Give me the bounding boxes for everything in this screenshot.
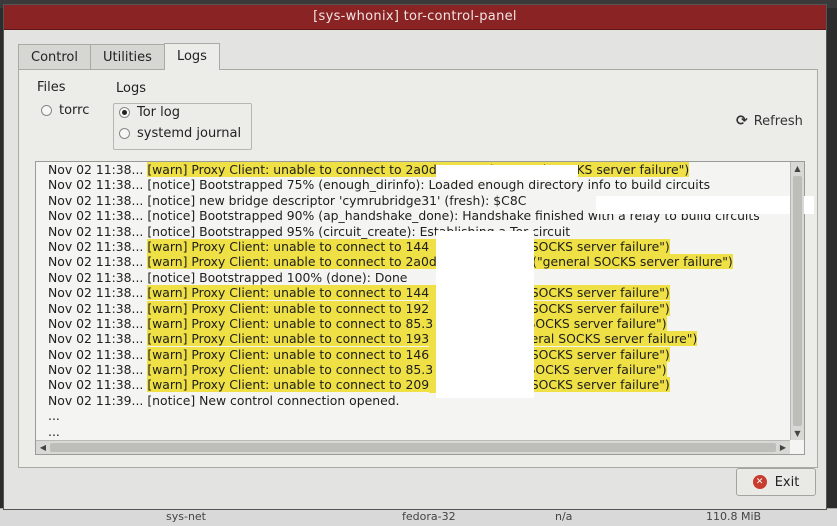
log-timestamp: Nov 02 11:38... bbox=[48, 346, 144, 362]
log-timestamp: Nov 02 11:38... bbox=[48, 377, 144, 393]
taskbar-item: 110.8 MiB bbox=[706, 510, 762, 523]
log-timestamp: ... bbox=[48, 423, 60, 439]
radio-tor-log[interactable]: Tor log bbox=[119, 105, 180, 120]
log-line: Nov 02 11:38... [warn] Proxy Client: una… bbox=[36, 162, 790, 178]
taskbar-item: sys-net bbox=[166, 510, 206, 523]
log-timestamp: Nov 02 11:38... bbox=[48, 192, 144, 208]
horizontal-scrollbar[interactable]: ◀ ▶ bbox=[36, 440, 790, 454]
log-timestamp: ... bbox=[48, 408, 60, 424]
tab-control[interactable]: Control bbox=[18, 44, 91, 69]
log-timestamp: Nov 02 11:38... bbox=[48, 177, 144, 193]
log-timestamp: Nov 02 11:38... bbox=[48, 162, 144, 177]
radio-indicator bbox=[119, 128, 130, 139]
redaction-block bbox=[436, 165, 578, 180]
log-line: Nov 02 11:38... [warn] Proxy Client: una… bbox=[36, 254, 790, 270]
files-group-label: Files bbox=[37, 80, 66, 95]
exit-label: Exit bbox=[774, 474, 800, 490]
log-message: [warn] Proxy Client: unable to connect t… bbox=[147, 362, 434, 378]
log-line: Nov 02 11:38... [notice] Bootstrapped 75… bbox=[36, 177, 790, 192]
scroll-down-icon[interactable]: ▼ bbox=[791, 429, 804, 438]
log-line: Nov 02 11:38... [warn] Proxy Client: una… bbox=[36, 315, 790, 332]
scrollbar-thumb[interactable] bbox=[50, 443, 776, 452]
log-line: Nov 02 11:38... [warn] Proxy Client: una… bbox=[36, 285, 790, 301]
window-title: [sys-whonix] tor-control-panel bbox=[313, 9, 517, 24]
taskbar-item: fedora-32 bbox=[402, 510, 456, 523]
log-message: [warn] Proxy Client: unable to connect t… bbox=[147, 377, 430, 393]
log-message: [warn] Proxy Client: unable to connect t… bbox=[147, 315, 434, 331]
log-message: [warn] Proxy Client: unable to connect t… bbox=[147, 254, 437, 270]
log-line: Nov 02 11:38... [warn] Proxy Client: una… bbox=[36, 346, 790, 363]
radio-indicator bbox=[41, 105, 52, 116]
vertical-scrollbar[interactable]: ▲ ▼ bbox=[790, 162, 804, 440]
background-taskbar: sys-net fedora-32 n/a 110.8 MiB bbox=[0, 508, 837, 526]
log-timestamp: Nov 02 11:38... bbox=[48, 238, 144, 254]
radio-indicator bbox=[119, 107, 130, 118]
radio-systemd-journal[interactable]: systemd journal bbox=[119, 126, 241, 141]
log-message: [notice] New control connection opened. bbox=[147, 392, 400, 408]
exit-button[interactable]: ✕ Exit bbox=[736, 468, 816, 496]
tab-logs[interactable]: Logs bbox=[163, 43, 220, 70]
log-line: Nov 02 11:38... [warn] Proxy Client: una… bbox=[36, 331, 790, 347]
log-message: [warn] Proxy Client: unable to connect t… bbox=[147, 285, 430, 301]
tor-control-panel-window: [sys-whonix] tor-control-panel Control U… bbox=[3, 4, 827, 510]
redaction-block bbox=[436, 231, 534, 398]
log-timestamp: Nov 02 11:38... bbox=[48, 362, 144, 378]
log-timestamp: Nov 02 11:38... bbox=[48, 285, 144, 301]
radio-label: torrc bbox=[59, 103, 90, 118]
refresh-button[interactable]: ⟳ Refresh bbox=[736, 113, 803, 129]
log-line: Nov 02 11:38... [warn] Proxy Client: una… bbox=[36, 377, 790, 393]
log-text-view[interactable]: Nov 02 11:38... [warn] Proxy Client: una… bbox=[35, 161, 814, 455]
log-message: [notice] new bridge descriptor 'cymrubri… bbox=[147, 192, 527, 208]
log-timestamp: Nov 02 11:38... bbox=[48, 223, 144, 239]
redaction-block bbox=[596, 196, 814, 214]
log-timestamp: Nov 02 11:38... bbox=[48, 315, 144, 331]
log-timestamp: Nov 02 11:39... bbox=[48, 392, 144, 408]
log-line: Nov 02 11:38... [warn] Proxy Client: una… bbox=[36, 238, 790, 255]
scroll-left-icon[interactable]: ◀ bbox=[38, 443, 48, 452]
log-line: Nov 02 11:38... [notice] Bootstrapped 95… bbox=[36, 224, 790, 239]
log-message: [warn] Proxy Client: unable to connect t… bbox=[147, 162, 437, 177]
logs-tab-panel: Files torrc Logs Tor log systemd journal… bbox=[18, 69, 818, 468]
log-message: [warn] Proxy Client: unable to connect t… bbox=[147, 346, 430, 362]
log-line: Nov 02 11:39... [notice] New control con… bbox=[36, 393, 790, 408]
log-line: ... bbox=[36, 408, 790, 423]
log-message: [warn] Proxy Client: unable to connect t… bbox=[147, 238, 430, 254]
scroll-right-icon[interactable]: ▶ bbox=[778, 443, 788, 452]
log-line: Nov 02 11:38... [warn] Proxy Client: una… bbox=[36, 362, 790, 378]
log-timestamp: Nov 02 11:38... bbox=[48, 300, 144, 316]
log-message: [notice] Bootstrapped 100% (done): Done bbox=[147, 269, 408, 285]
log-message: [warn] Proxy Client: unable to connect t… bbox=[147, 331, 430, 347]
radio-label: systemd journal bbox=[137, 126, 242, 141]
window-titlebar[interactable]: [sys-whonix] tor-control-panel bbox=[4, 5, 826, 30]
log-line: Nov 02 11:38... [warn] Proxy Client: una… bbox=[36, 300, 790, 316]
log-timestamp: Nov 02 11:38... bbox=[48, 254, 144, 270]
tab-utilities[interactable]: Utilities bbox=[90, 44, 165, 69]
log-message: [notice] Bootstrapped 75% (enough_dirinf… bbox=[147, 177, 711, 193]
scrollbar-thumb[interactable] bbox=[793, 176, 802, 426]
radio-torrc[interactable]: torrc bbox=[41, 103, 89, 118]
log-timestamp: Nov 02 11:38... bbox=[48, 269, 144, 285]
refresh-label: Refresh bbox=[753, 113, 803, 129]
refresh-icon: ⟳ bbox=[736, 113, 748, 129]
log-timestamp: Nov 02 11:38... bbox=[48, 208, 144, 224]
tab-bar: Control Utilities Logs bbox=[18, 43, 220, 70]
log-message: [warn] Proxy Client: unable to connect t… bbox=[147, 300, 430, 316]
radio-label: Tor log bbox=[137, 105, 180, 120]
exit-icon: ✕ bbox=[752, 475, 767, 489]
logs-group-label: Logs bbox=[116, 81, 146, 96]
scroll-up-icon[interactable]: ▲ bbox=[791, 164, 804, 173]
log-line: Nov 02 11:38... [notice] Bootstrapped 10… bbox=[36, 270, 790, 285]
log-timestamp: Nov 02 11:38... bbox=[48, 331, 144, 347]
taskbar-item: n/a bbox=[555, 510, 573, 523]
log-line: ... bbox=[36, 424, 790, 439]
